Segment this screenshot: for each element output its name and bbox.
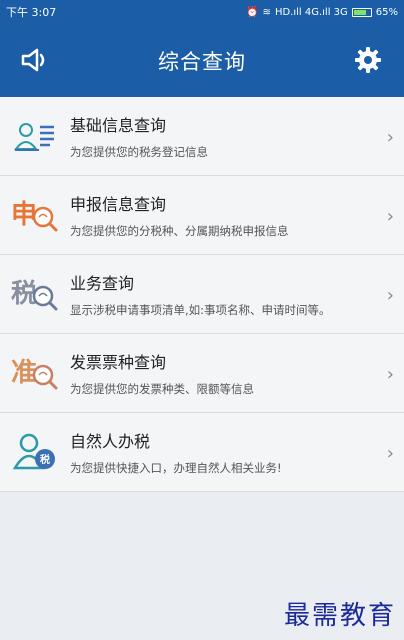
app-header: 综合查询 xyxy=(0,24,404,97)
zhun-search-icon: 准 xyxy=(11,358,58,390)
icon-slot: 准 xyxy=(0,334,70,413)
battery-icon xyxy=(351,7,372,17)
shui-search-icon: 税 xyxy=(11,279,58,311)
item-subtitle: 为您提供快捷入口，办理自然人相关业务! xyxy=(70,461,282,475)
wifi-icon: ≋ xyxy=(262,6,271,18)
item-subtitle: 显示涉税申请事项清单,如:事项名称、申请时间等。 xyxy=(70,303,331,317)
battery-percent: 65% xyxy=(375,6,398,18)
list-item-basic-info[interactable]: 基础信息查询 为您提供您的税务登记信息 › xyxy=(0,97,404,176)
gear-icon xyxy=(355,47,381,73)
icon-slot: 税 xyxy=(0,413,70,492)
chevron-right-icon: › xyxy=(386,127,394,148)
item-subtitle: 为您提供您的发票种类、限额等信息 xyxy=(70,382,254,396)
id-card-icon xyxy=(14,123,54,151)
alarm-icon: ⏰ xyxy=(246,6,259,18)
chevron-right-icon: › xyxy=(386,364,394,385)
item-subtitle: 为您提供您的税务登记信息 xyxy=(70,145,208,159)
item-title: 基础信息查询 xyxy=(70,116,167,135)
shen-search-icon: 申 xyxy=(11,200,58,232)
status-bar: 下午 3:07 ⏰ ≋ HD.ıll 4G.ıll 3G 65% xyxy=(0,0,404,24)
network-status: HD.ıll 4G.ıll 3G xyxy=(274,6,348,18)
chevron-right-icon: › xyxy=(386,443,394,464)
page-title: 综合查询 xyxy=(158,49,246,74)
sound-button[interactable] xyxy=(16,42,52,78)
chevron-right-icon: › xyxy=(386,285,394,306)
item-subtitle: 为您提供您的分税种、分属期纳税申报信息 xyxy=(70,224,289,238)
query-menu-list: 基础信息查询 为您提供您的税务登记信息 › 申 申报信息查询 为您提供您的分税种… xyxy=(0,97,404,492)
status-time: 下午 3:07 xyxy=(6,6,57,19)
person-tax-icon: 税 xyxy=(12,433,55,470)
watermark-logo: 最需教育 xyxy=(283,601,396,631)
icon-slot: 申 xyxy=(0,176,70,255)
svg-text:税: 税 xyxy=(40,453,50,466)
item-title: 业务查询 xyxy=(70,274,135,293)
item-title: 发票票种查询 xyxy=(70,353,167,372)
item-title: 自然人办税 xyxy=(70,432,151,451)
list-item-natural-person-tax[interactable]: 税 自然人办税 为您提供快捷入口，办理自然人相关业务! › xyxy=(0,413,404,492)
item-title: 申报信息查询 xyxy=(70,195,167,214)
chevron-right-icon: › xyxy=(386,206,394,227)
list-item-business-query[interactable]: 税 业务查询 显示涉税申请事项清单,如:事项名称、申请时间等。 › xyxy=(0,255,404,334)
settings-button[interactable] xyxy=(350,42,386,78)
list-item-declaration-info[interactable]: 申 申报信息查询 为您提供您的分税种、分属期纳税申报信息 › xyxy=(0,176,404,255)
list-item-invoice-type-query[interactable]: 准 发票票种查询 为您提供您的发票种类、限额等信息 › xyxy=(0,334,404,413)
icon-slot: 税 xyxy=(0,255,70,334)
status-indicators: ⏰ ≋ HD.ıll 4G.ıll 3G 65% xyxy=(246,7,398,18)
icon-slot xyxy=(0,97,70,176)
speaker-icon xyxy=(21,48,45,72)
